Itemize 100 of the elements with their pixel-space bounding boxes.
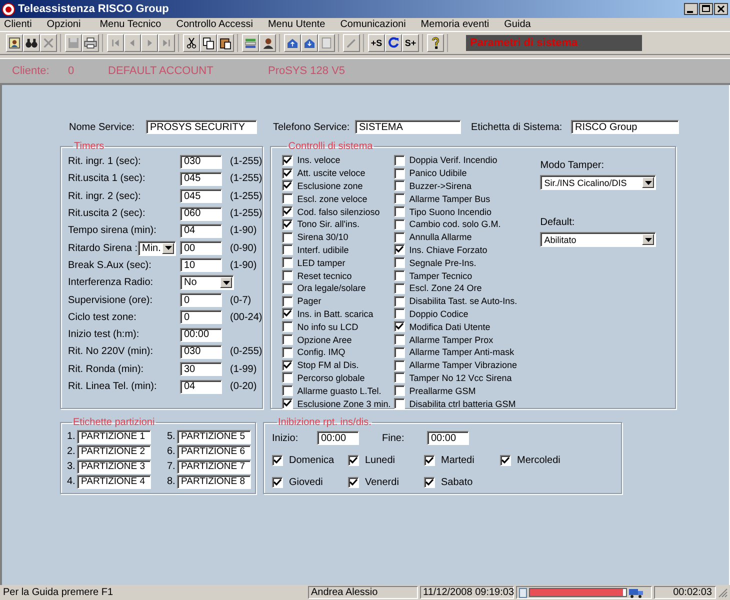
checkbox[interactable] [348,476,359,488]
delete-icon[interactable] [40,34,57,52]
checkbox[interactable] [282,385,294,396]
checkbox[interactable] [272,476,283,488]
input-field[interactable]: 00:00 [180,328,222,342]
input-field[interactable]: PARTIZIONE 3 [77,460,151,474]
checkbox[interactable] [282,360,294,371]
minimize-icon[interactable] [684,3,698,15]
input-field[interactable]: 00:00 [317,431,359,445]
checkbox[interactable] [394,308,406,320]
refresh-icon[interactable] [385,34,402,52]
close-icon[interactable] [714,3,728,15]
checkbox[interactable] [394,282,406,294]
input-field[interactable]: PARTIZIONE 1 [77,430,151,444]
checkbox[interactable] [282,308,294,320]
checkbox[interactable] [394,168,406,179]
input-field[interactable]: 04 [180,224,222,238]
input-field[interactable]: PARTIZIONE 8 [177,474,251,488]
menu-item[interactable]: Controllo Accessi [176,19,253,30]
checkbox[interactable] [394,257,406,268]
checkbox[interactable] [394,321,406,332]
checkbox[interactable] [394,346,406,358]
checkbox[interactable] [394,385,406,396]
checkbox[interactable] [282,232,294,243]
previous-icon[interactable] [124,34,141,52]
input-field[interactable]: PARTIZIONE 5 [177,430,251,444]
checkbox[interactable] [282,270,294,282]
checkbox[interactable] [282,372,294,384]
dropdown[interactable]: Abilitato [540,232,656,247]
checkbox[interactable] [282,218,294,230]
printer-icon[interactable] [82,34,99,52]
caret-icon[interactable] [644,180,652,184]
checkbox[interactable] [500,454,511,466]
checkbox[interactable] [394,296,406,307]
menu-item[interactable]: Guida [504,19,531,30]
download-icon[interactable] [301,34,318,52]
input-field[interactable]: 060 [180,206,222,221]
cut-icon[interactable] [183,34,200,52]
checkbox[interactable] [394,180,406,192]
menu-item[interactable]: Comunicazioni [340,19,406,30]
input-field[interactable]: 0 [180,310,222,324]
input-field[interactable]: 00:00 [427,431,469,445]
checkbox[interactable] [394,360,406,371]
checkbox[interactable] [282,346,294,358]
checkbox[interactable] [282,244,294,256]
checkbox[interactable] [394,270,406,282]
binoculars-icon[interactable] [23,34,40,52]
paste-icon[interactable] [217,34,234,52]
checkbox[interactable] [282,154,294,166]
checkbox[interactable] [394,398,406,410]
person-icon[interactable] [259,34,276,52]
checkbox[interactable] [272,454,283,466]
input-field[interactable]: SISTEMA [355,120,461,134]
caret-icon[interactable] [222,280,230,285]
input-field[interactable]: 00 [180,241,222,256]
checkbox[interactable] [394,206,406,218]
last-icon[interactable] [158,34,175,52]
input-field[interactable]: 10 [180,258,222,272]
input-field[interactable]: 030 [180,344,222,359]
unit-dropdown[interactable]: Min. [138,240,176,256]
next-icon[interactable] [141,34,158,52]
dropdown[interactable]: Sir./INS Cicalino/DIS [540,175,656,190]
checkbox[interactable] [394,154,406,166]
input-field[interactable]: PARTIZIONE 4 [77,474,151,488]
maximize-icon[interactable] [699,3,713,15]
caret-icon[interactable] [644,238,652,242]
checkbox[interactable] [394,232,406,243]
input-field[interactable]: 30 [180,362,222,376]
input-field[interactable]: PARTIZIONE 7 [177,460,251,474]
copy-icon[interactable] [200,34,217,52]
help-icon[interactable] [427,34,444,52]
first-icon[interactable] [107,34,124,52]
input-field[interactable]: PARTIZIONE 2 [77,444,151,458]
menu-item[interactable]: Memoria eventi [420,19,490,30]
checkbox[interactable] [282,257,294,268]
checkbox[interactable] [394,244,406,256]
input-field[interactable]: 0 [180,293,222,308]
user-card-icon[interactable] [6,34,23,52]
input-field[interactable]: 030 [180,154,222,169]
page-icon[interactable] [318,34,335,52]
checkbox[interactable] [282,193,294,204]
checkbox[interactable] [394,334,406,346]
checkbox[interactable] [282,168,294,179]
checkbox[interactable] [424,476,435,488]
checkbox[interactable] [282,398,294,410]
input-field[interactable]: PROSYS SECURITY [146,120,257,134]
checkbox[interactable] [282,296,294,307]
input-field[interactable]: 045 [180,172,222,186]
input-field[interactable]: 04 [180,380,222,394]
input-field[interactable]: PARTIZIONE 6 [177,444,251,458]
menu-item[interactable]: Opzioni [46,19,81,30]
checkbox[interactable] [394,218,406,230]
menu-item[interactable]: Menu Utente [268,19,326,30]
checkbox[interactable] [282,282,294,294]
input-field[interactable]: 045 [180,189,222,204]
toolbar-button[interactable]: S+ [402,34,419,52]
checkbox[interactable] [424,454,435,466]
caret-icon[interactable] [164,246,172,250]
checkbox[interactable] [348,454,359,466]
menu-item[interactable]: Menu Tecnico [100,19,162,30]
